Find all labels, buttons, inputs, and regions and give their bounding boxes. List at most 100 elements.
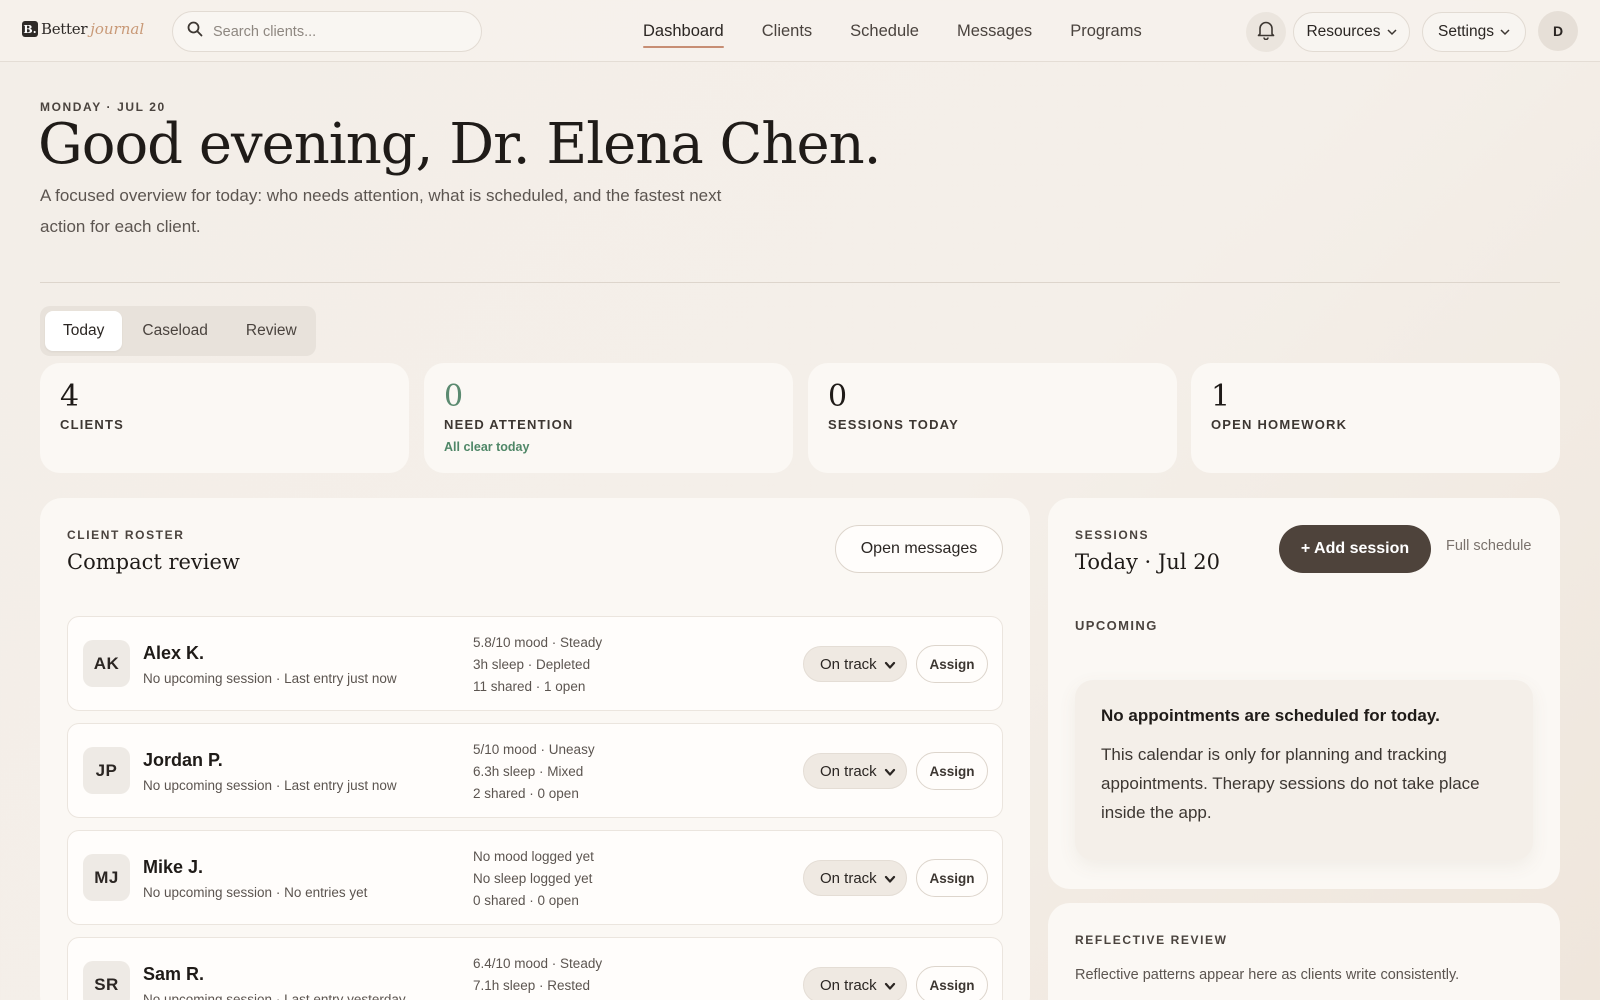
client-sleep: 7.1h sleep · Rested	[473, 978, 591, 993]
status-select[interactable]: On track	[803, 646, 907, 682]
client-name[interactable]: Sam R.	[143, 964, 204, 985]
status-value: On track	[820, 762, 877, 780]
add-session-button[interactable]: + Add session	[1279, 525, 1431, 573]
status-value: On track	[820, 869, 877, 887]
settings-menu-button[interactable]: Settings	[1422, 12, 1526, 52]
page-subtitle: A focused overview for today: who needs …	[40, 186, 722, 236]
client-session-info: No upcoming session · No entries yet	[143, 885, 368, 900]
page-title: Good evening, Dr. Elena Chen.	[38, 112, 881, 177]
assign-button[interactable]: Assign	[916, 752, 988, 790]
nav-programs[interactable]: Programs	[1070, 0, 1142, 62]
client-initials-avatar: AK	[83, 640, 130, 687]
tab-today[interactable]: Today	[45, 311, 123, 351]
client-sleep: 6.3h sleep · Mixed	[473, 764, 584, 779]
brand-name: Better	[41, 20, 88, 38]
sessions-kicker: SESSIONS	[1075, 528, 1150, 542]
nav-clients[interactable]: Clients	[762, 0, 812, 62]
client-name[interactable]: Mike J.	[143, 857, 203, 878]
full-schedule-link[interactable]: Full schedule	[1446, 538, 1531, 554]
stat-label: CLIENTS	[60, 417, 125, 432]
chevron-down-icon	[884, 765, 896, 782]
top-nav-bar: B. Better journal Dashboard Clients Sche…	[0, 0, 1600, 62]
resources-menu-button[interactable]: Resources	[1293, 12, 1410, 52]
client-mood: 6.4/10 mood · Steady	[473, 956, 603, 971]
search-icon	[187, 21, 203, 42]
client-sleep: No sleep logged yet	[473, 871, 593, 886]
empty-state-title: No appointments are scheduled for today.	[1101, 706, 1440, 725]
status-select[interactable]: On track	[803, 967, 907, 1000]
stat-label: OPEN HOMEWORK	[1211, 417, 1348, 432]
reflective-kicker: REFLECTIVE REVIEW	[1075, 933, 1228, 947]
client-session-info: No upcoming session · Last entry yesterd…	[143, 992, 406, 1000]
assign-button[interactable]: Assign	[916, 645, 988, 683]
client-initials-avatar: SR	[83, 961, 130, 1000]
client-row[interactable]: JP Jordan P. No upcoming session · Last …	[67, 723, 1003, 818]
stat-card-clients[interactable]: 4 CLIENTS	[40, 363, 409, 473]
nav-dashboard[interactable]: Dashboard	[643, 0, 724, 62]
divider	[40, 282, 1560, 283]
client-row[interactable]: SR Sam R. No upcoming session · Last ent…	[67, 937, 1003, 1000]
client-row[interactable]: AK Alex K. No upcoming session · Last en…	[67, 616, 1003, 711]
client-name[interactable]: Jordan P.	[143, 750, 223, 771]
client-shared: 0 shared · 0 open	[473, 893, 579, 908]
client-metrics: No mood logged yet No sleep logged yet 0…	[473, 846, 594, 912]
chevron-down-icon	[1500, 23, 1510, 41]
search-box[interactable]	[172, 11, 482, 52]
search-input[interactable]	[213, 23, 463, 40]
stat-card-need-attention[interactable]: 0 NEED ATTENTION All clear today	[424, 363, 793, 473]
stat-value: 1	[1211, 379, 1231, 414]
chevron-down-icon	[1387, 23, 1397, 41]
client-mood: No mood logged yet	[473, 849, 594, 864]
nav-messages[interactable]: Messages	[957, 0, 1032, 62]
client-metrics: 5/10 mood · Uneasy 6.3h sleep · Mixed 2 …	[473, 739, 595, 805]
nav-schedule[interactable]: Schedule	[850, 0, 919, 62]
client-metrics: 6.4/10 mood · Steady 7.1h sleep · Rested	[473, 953, 602, 997]
stat-card-open-homework[interactable]: 1 OPEN HOMEWORK	[1191, 363, 1560, 473]
chevron-down-icon	[884, 872, 896, 889]
empty-state-body: This calendar is only for planning and t…	[1101, 745, 1480, 822]
resources-label: Resources	[1306, 23, 1381, 40]
stat-card-sessions-today[interactable]: 0 SESSIONS TODAY	[808, 363, 1177, 473]
client-session-info: No upcoming session · Last entry just no…	[143, 671, 397, 686]
user-avatar[interactable]: D	[1538, 11, 1578, 51]
assign-button[interactable]: Assign	[916, 966, 988, 1000]
client-mood: 5.8/10 mood · Steady	[473, 635, 603, 650]
status-select[interactable]: On track	[803, 753, 907, 789]
sessions-title: Today · Jul 20	[1075, 550, 1220, 574]
stat-value: 0	[828, 379, 848, 414]
upcoming-label: UPCOMING	[1075, 618, 1158, 633]
roster-title: Compact review	[67, 550, 240, 574]
brand-accent: journal	[90, 20, 145, 38]
assign-button[interactable]: Assign	[916, 859, 988, 897]
reflective-body: Reflective patterns appear here as clien…	[1075, 967, 1460, 983]
tab-caseload[interactable]: Caseload	[124, 311, 226, 351]
sessions-panel: SESSIONS Today · Jul 20 + Add session Fu…	[1048, 498, 1560, 889]
chevron-down-icon	[884, 979, 896, 996]
client-initials-avatar: MJ	[83, 854, 130, 901]
main-nav: Dashboard Clients Schedule Messages Prog…	[643, 0, 1142, 62]
client-session-info: No upcoming session · Last entry just no…	[143, 778, 397, 793]
settings-label: Settings	[1437, 23, 1494, 40]
stat-label: NEED ATTENTION	[444, 417, 574, 432]
stat-label: SESSIONS TODAY	[828, 417, 959, 432]
empty-state-card: No appointments are scheduled for today.…	[1075, 680, 1533, 860]
client-row[interactable]: MJ Mike J. No upcoming session · No entr…	[67, 830, 1003, 925]
view-tabs: Today Caseload Review	[40, 306, 316, 356]
client-name[interactable]: Alex K.	[143, 643, 204, 664]
brand-logo[interactable]: B. Better journal	[22, 20, 144, 38]
notifications-button[interactable]	[1246, 12, 1286, 52]
status-value: On track	[820, 655, 877, 673]
tab-review[interactable]: Review	[228, 311, 315, 351]
roster-kicker: CLIENT ROSTER	[67, 528, 185, 542]
status-select[interactable]: On track	[803, 860, 907, 896]
chevron-down-icon	[884, 658, 896, 675]
client-metrics: 5.8/10 mood · Steady 3h sleep · Depleted…	[473, 632, 602, 698]
client-roster-panel: CLIENT ROSTER Compact review Open messag…	[40, 498, 1030, 1000]
brand-mark: B.	[22, 21, 38, 37]
bell-icon	[1257, 20, 1275, 45]
open-messages-button[interactable]: Open messages	[835, 525, 1003, 573]
reflective-review-panel: REFLECTIVE REVIEW Reflective patterns ap…	[1048, 903, 1560, 1000]
client-mood: 5/10 mood · Uneasy	[473, 742, 595, 757]
stat-value: 4	[60, 379, 80, 414]
client-initials-avatar: JP	[83, 747, 130, 794]
